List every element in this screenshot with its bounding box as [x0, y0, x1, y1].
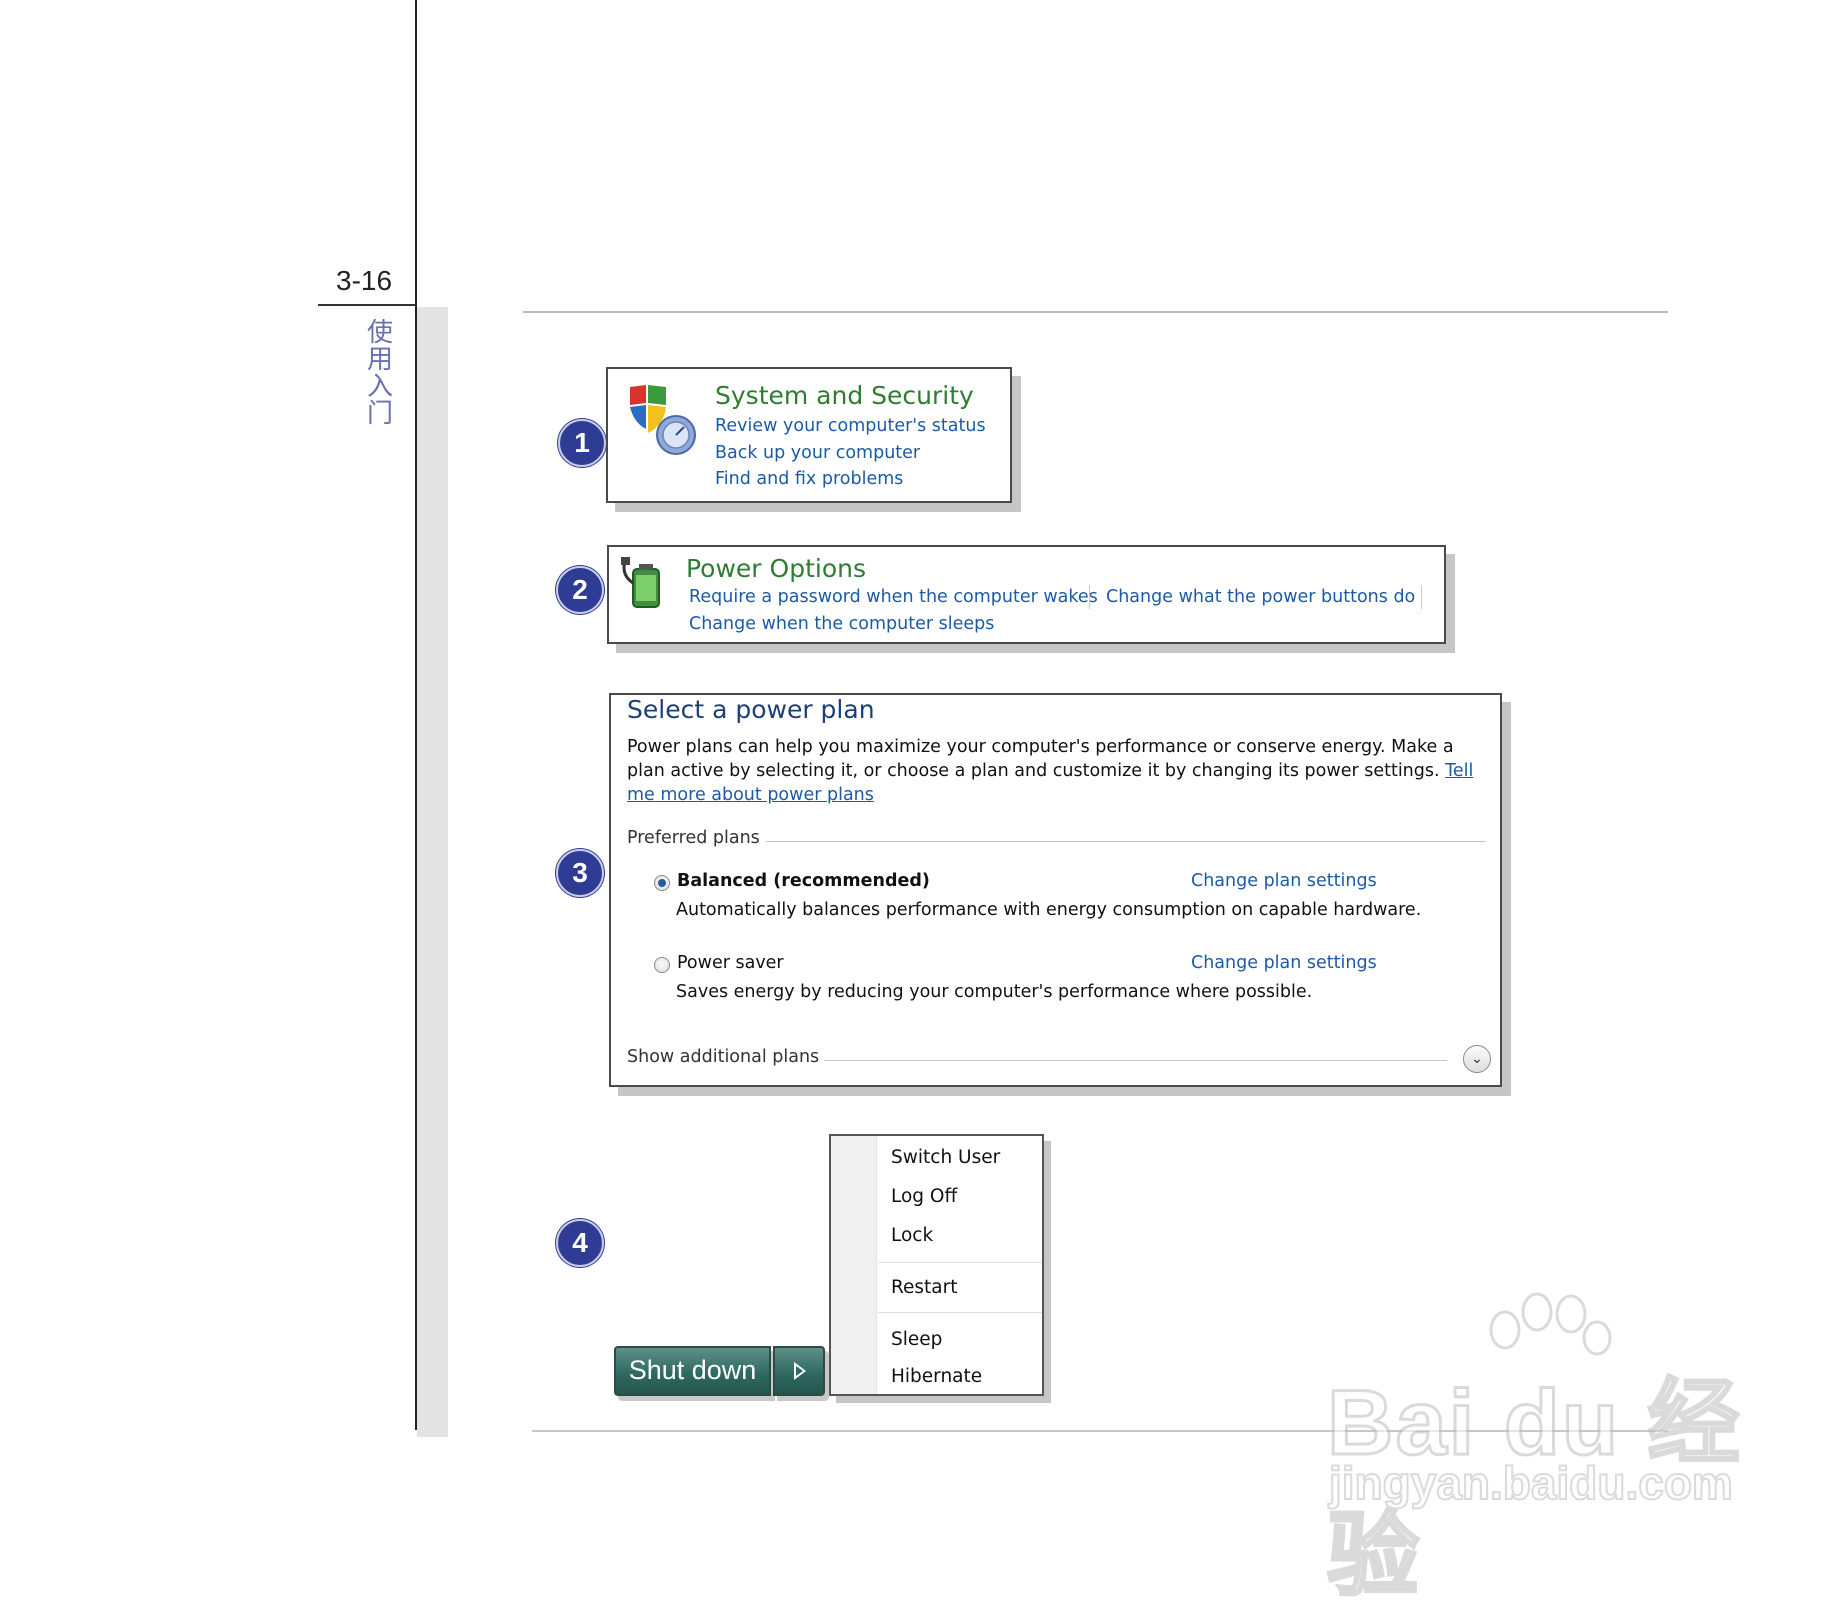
show-additional-plans-label[interactable]: Show additional plans	[627, 1047, 819, 1067]
shield-icon[interactable]	[624, 381, 700, 457]
balanced-radio[interactable]	[654, 875, 670, 891]
review-status-link[interactable]: Review your computer's status	[715, 416, 986, 436]
section-divider	[824, 1060, 1447, 1061]
watermark-url: jingyan.baidu.com	[1328, 1456, 1734, 1510]
menu-item-hibernate[interactable]: Hibernate	[891, 1366, 982, 1387]
menu-item-restart[interactable]: Restart	[891, 1277, 958, 1298]
margin-strip	[417, 307, 448, 1437]
chapter-char: 门	[366, 399, 393, 429]
change-plan-settings-link[interactable]: Change plan settings	[1191, 871, 1377, 891]
sleep-settings-link[interactable]: Change when the computer sleeps	[689, 614, 994, 634]
power-plan-panel: Select a power plan Power plans can help…	[609, 693, 1502, 1087]
power-saver-radio[interactable]	[654, 957, 670, 973]
power-buttons-link[interactable]: Change what the power buttons do	[1106, 587, 1415, 607]
shutdown-options-menu: Switch User Log Off Lock Restart Sleep H…	[829, 1134, 1044, 1396]
menu-separator	[878, 1312, 1042, 1313]
section-divider	[766, 841, 1486, 842]
menu-item-log-off[interactable]: Log Off	[891, 1186, 957, 1207]
category-title[interactable]: System and Security	[715, 381, 974, 410]
chapter-label: 使 用 入 门	[362, 320, 398, 428]
shutdown-button[interactable]: Shut down	[614, 1346, 771, 1396]
plan-desc-balanced: Automatically balances performance with …	[676, 900, 1422, 920]
plan-desc-power-saver: Saves energy by reducing your computer's…	[676, 982, 1313, 1002]
plan-name-power-saver[interactable]: Power saver	[677, 953, 784, 973]
plan-description: Power plans can help you maximize your c…	[627, 735, 1487, 807]
top-divider	[523, 311, 1668, 313]
chapter-char: 入	[366, 372, 393, 402]
step-badge-1: 1	[558, 419, 606, 467]
step-badge-2: 2	[556, 566, 604, 614]
arrow-right-icon[interactable]	[773, 1346, 825, 1396]
page-number-rule	[318, 304, 415, 306]
menu-gutter	[831, 1136, 877, 1394]
backup-link[interactable]: Back up your computer	[715, 443, 920, 463]
menu-separator	[878, 1262, 1042, 1263]
chapter-char: 用	[366, 345, 393, 375]
page-number: 3-16	[336, 265, 393, 296]
power-options-panel: Power Options Require a password when th…	[607, 545, 1446, 644]
chevron-down-icon[interactable]: ⌄	[1463, 1045, 1491, 1073]
plan-name-balanced[interactable]: Balanced (recommended)	[677, 871, 930, 891]
menu-item-sleep[interactable]: Sleep	[891, 1329, 942, 1350]
step-badge-4: 4	[556, 1219, 604, 1267]
system-security-panel: System and Security Review your computer…	[606, 367, 1012, 503]
link-separator	[1089, 585, 1090, 609]
chapter-char: 使	[366, 318, 393, 348]
change-plan-settings-link[interactable]: Change plan settings	[1191, 953, 1377, 973]
fix-problems-link[interactable]: Find and fix problems	[715, 469, 903, 489]
battery-plug-icon[interactable]	[619, 555, 675, 613]
watermark: Bai du 经验 jingyan.baidu.com	[1325, 1290, 1765, 1609]
page-title: Select a power plan	[627, 695, 875, 724]
description-text: Power plans can help you maximize your c…	[627, 737, 1454, 781]
menu-item-switch-user[interactable]: Switch User	[891, 1147, 1000, 1168]
category-title[interactable]: Power Options	[686, 554, 866, 583]
menu-item-lock[interactable]: Lock	[891, 1225, 933, 1246]
preferred-plans-label: Preferred plans	[627, 828, 760, 848]
step-badge-3: 3	[556, 849, 604, 897]
require-password-link[interactable]: Require a password when the computer wak…	[689, 587, 1098, 607]
link-separator	[1421, 585, 1422, 609]
